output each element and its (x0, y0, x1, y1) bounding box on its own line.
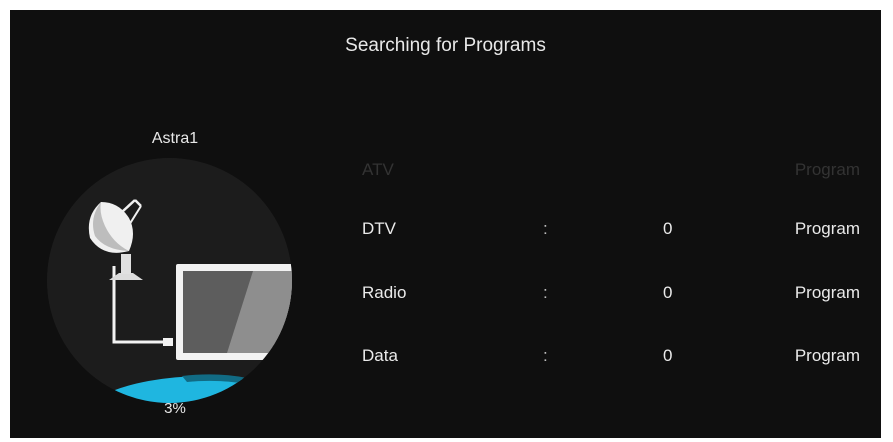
progress-percent: 3% (164, 400, 186, 417)
satellite-name: Astra1 (151, 130, 199, 147)
row-count: 0 (663, 283, 673, 302)
row-label: Data (362, 346, 398, 365)
scan-illustration (47, 158, 292, 403)
row-unit: Program (794, 160, 860, 179)
row-atv: ATV Program (362, 160, 860, 184)
tv-monitor-icon (176, 264, 292, 360)
row-unit: Program (794, 346, 860, 365)
row-separator: : (543, 283, 548, 302)
row-data: Data : 0 Program (362, 346, 860, 370)
row-label: DTV (362, 219, 396, 238)
row-separator: : (543, 219, 548, 238)
row-unit: Program (794, 219, 860, 238)
row-count: 0 (663, 219, 673, 238)
row-radio: Radio : 0 Program (362, 283, 860, 307)
row-dtv: DTV : 0 Program (362, 219, 860, 243)
scan-screen: Searching for Programs Astra1 3% ATV Pro… (10, 10, 881, 438)
row-separator: : (543, 346, 548, 365)
row-label: Radio (362, 283, 407, 302)
page-title: Searching for Programs (345, 35, 546, 56)
row-unit: Program (794, 283, 860, 302)
row-label: ATV (362, 160, 394, 179)
row-count: 0 (663, 346, 673, 365)
